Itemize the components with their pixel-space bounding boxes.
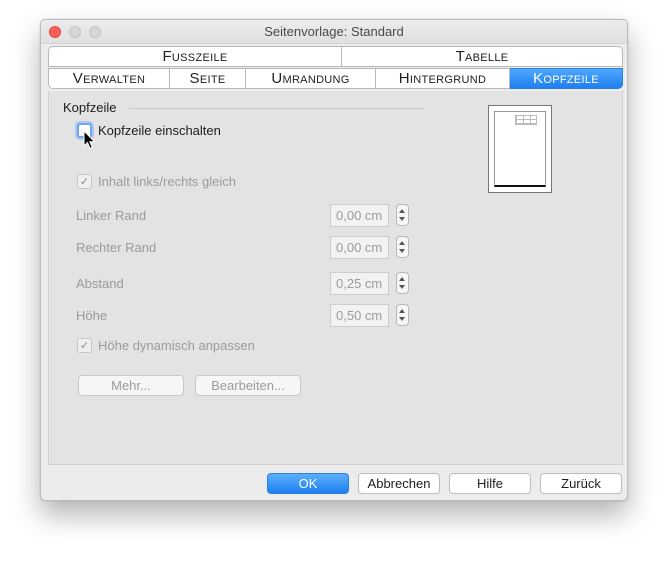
enable-header-label[interactable]: Kopfzeile einschalten	[98, 123, 221, 138]
close-icon[interactable]	[49, 26, 61, 38]
height-label: Höhe	[76, 308, 108, 323]
tab-background[interactable]: Hintergrund	[376, 68, 510, 89]
dialog-window: Seitenvorlage: Standard Fusszeile Tabell…	[40, 19, 628, 501]
chevron-down-icon[interactable]	[399, 285, 405, 289]
tab-row-1: Fusszeile Tabelle	[48, 46, 623, 68]
same-content-checkbox[interactable]: ✓	[77, 174, 92, 189]
tab-row-2: Verwalten Seite Umrandung Hintergrund Ko…	[48, 68, 623, 90]
checkmark-icon: ✓	[79, 176, 90, 188]
chevron-up-icon[interactable]	[399, 277, 405, 281]
tab-header[interactable]: Kopfzeile	[510, 68, 623, 89]
chevron-up-icon[interactable]	[399, 209, 405, 213]
checkmark-icon: ✓	[79, 340, 90, 352]
chevron-up-icon[interactable]	[399, 309, 405, 313]
left-margin-label: Linker Rand	[76, 208, 147, 223]
right-margin-input[interactable]: 0,00 cm	[330, 236, 389, 259]
tab-borders[interactable]: Umrandung	[246, 68, 376, 89]
chevron-up-icon[interactable]	[399, 241, 405, 245]
reset-button[interactable]: Zurück	[540, 473, 622, 494]
tab-footer[interactable]: Fusszeile	[48, 46, 342, 67]
chevron-down-icon[interactable]	[399, 249, 405, 253]
tab-table[interactable]: Tabelle	[342, 46, 623, 67]
preview-header-grid	[515, 115, 537, 125]
section-divider	[129, 108, 424, 109]
height-row: Höhe 0,50 cm	[76, 304, 416, 328]
same-content-label: Inhalt links/rechts gleich	[98, 174, 237, 189]
chevron-down-icon[interactable]	[399, 317, 405, 321]
maximize-icon[interactable]	[89, 26, 101, 38]
edit-button[interactable]: Bearbeiten...	[195, 375, 301, 396]
spacing-row: Abstand 0,25 cm	[76, 272, 416, 296]
ok-button[interactable]: OK	[267, 473, 349, 494]
autofit-checkbox[interactable]: ✓	[77, 338, 92, 353]
spacing-stepper[interactable]	[396, 272, 409, 294]
more-button[interactable]: Mehr...	[78, 375, 184, 396]
help-button[interactable]: Hilfe	[449, 473, 531, 494]
tab-page[interactable]: Seite	[170, 68, 246, 89]
chevron-down-icon[interactable]	[399, 217, 405, 221]
header-panel: Kopfzeile Kopfzeile einschalten ✓ Inhalt…	[48, 91, 623, 465]
page-preview	[488, 105, 552, 193]
left-margin-input[interactable]: 0,00 cm	[330, 204, 389, 227]
autofit-label: Höhe dynamisch anpassen	[98, 338, 255, 353]
spacing-label: Abstand	[76, 276, 124, 291]
title-bar[interactable]: Seitenvorlage: Standard	[41, 20, 627, 44]
preview-page-area	[494, 111, 546, 187]
tab-manage[interactable]: Verwalten	[48, 68, 170, 89]
left-margin-row: Linker Rand 0,00 cm	[76, 204, 416, 228]
right-margin-label: Rechter Rand	[76, 240, 157, 255]
right-margin-row: Rechter Rand 0,00 cm	[76, 236, 416, 260]
same-content-row: ✓ Inhalt links/rechts gleich	[77, 174, 236, 189]
minimize-icon[interactable]	[69, 26, 81, 38]
section-title: Kopfzeile	[63, 100, 117, 115]
cancel-button[interactable]: Abbrechen	[358, 473, 440, 494]
autofit-row: ✓ Höhe dynamisch anpassen	[77, 338, 255, 353]
enable-header-row: Kopfzeile einschalten	[77, 123, 221, 138]
height-input[interactable]: 0,50 cm	[330, 304, 389, 327]
left-margin-stepper[interactable]	[396, 204, 409, 226]
height-stepper[interactable]	[396, 304, 409, 326]
mouse-pointer-icon	[83, 130, 96, 150]
spacing-input[interactable]: 0,25 cm	[330, 272, 389, 295]
window-title: Seitenvorlage: Standard	[264, 24, 404, 39]
right-margin-stepper[interactable]	[396, 236, 409, 258]
